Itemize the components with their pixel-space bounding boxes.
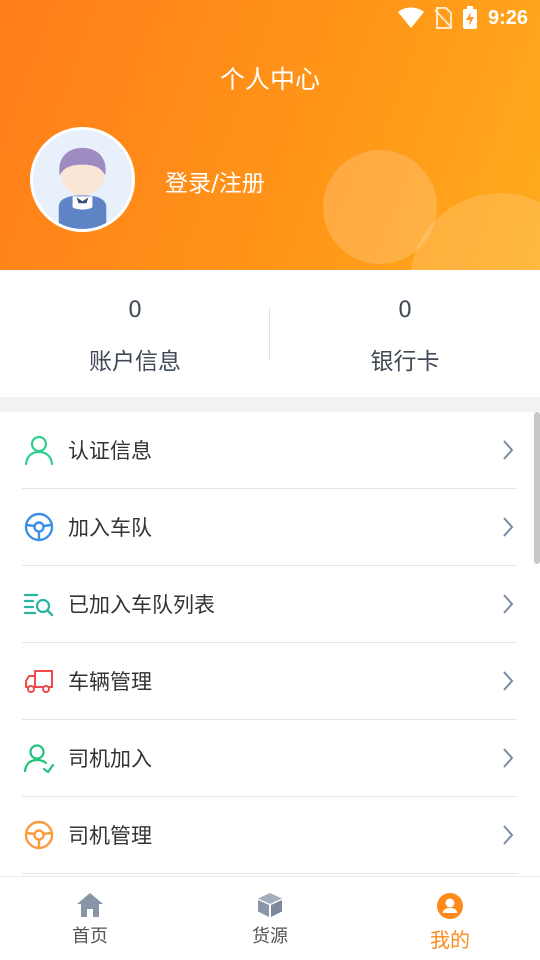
- menu-item-vehicle-management[interactable]: 车辆管理: [22, 643, 517, 720]
- stat-account-info[interactable]: 0 账户信息: [0, 270, 270, 397]
- person-add-icon: [22, 741, 56, 775]
- stat-label: 账户信息: [89, 349, 181, 375]
- stat-bank-card[interactable]: 0 银行卡: [270, 270, 540, 397]
- chevron-right-icon: [503, 671, 514, 691]
- steering-wheel-icon: [22, 510, 56, 544]
- steering-wheel-icon: [22, 818, 56, 852]
- tab-label: 首页: [72, 926, 108, 947]
- stat-divider: [269, 308, 270, 360]
- menu-item-label: 司机加入: [68, 747, 152, 771]
- chevron-right-icon: [503, 594, 514, 614]
- tab-label: 我的: [430, 928, 470, 952]
- status-time: 9:26: [487, 6, 528, 29]
- profile-header: 9:26 个人中心 登录/注册: [0, 0, 540, 270]
- account-stats: 0 账户信息 0 银行卡: [0, 270, 540, 397]
- menu-item-certification[interactable]: 认证信息: [22, 412, 517, 489]
- profile-icon: [437, 893, 463, 919]
- stat-value: 0: [398, 298, 412, 323]
- menu-item-driver-management[interactable]: 司机管理: [22, 797, 517, 874]
- menu-item-label: 车辆管理: [68, 670, 152, 694]
- box-icon: [258, 893, 282, 917]
- menu-item-label: 已加入车队列表: [68, 593, 215, 617]
- user-outline-icon: [22, 433, 56, 467]
- menu-item-driver-join[interactable]: 司机加入: [22, 720, 517, 797]
- menu-item-join-fleet[interactable]: 加入车队: [22, 489, 517, 566]
- truck-icon: [22, 664, 56, 698]
- page-title: 个人中心: [219, 65, 320, 94]
- status-bar: 9:26: [397, 4, 528, 32]
- menu-item-label: 加入车队: [68, 516, 152, 540]
- tab-label: 货源: [252, 926, 288, 947]
- chevron-right-icon: [503, 825, 514, 845]
- tab-supply[interactable]: 货源: [180, 877, 360, 960]
- list-search-icon: [22, 587, 56, 621]
- menu-item-label: 认证信息: [68, 439, 152, 463]
- scrollbar[interactable]: [534, 412, 540, 564]
- tab-home[interactable]: 首页: [0, 877, 180, 960]
- chevron-right-icon: [503, 748, 514, 768]
- stat-value: 0: [128, 298, 142, 323]
- menu-item-label: 司机管理: [68, 824, 152, 848]
- avatar[interactable]: [30, 127, 135, 232]
- wifi-icon: [397, 7, 424, 28]
- battery-charging-icon: [462, 6, 477, 29]
- menu-list: 认证信息 加入车队 已加入车队列表 车辆管理 司机加入 司机管理: [0, 412, 540, 878]
- chevron-right-icon: [503, 517, 514, 537]
- bottom-tab-bar: 首页 货源 我的: [0, 876, 540, 960]
- menu-item-joined-fleets[interactable]: 已加入车队列表: [22, 566, 517, 643]
- chevron-right-icon: [503, 440, 514, 460]
- home-icon: [77, 893, 103, 917]
- no-sim-icon: [434, 7, 452, 29]
- tab-mine[interactable]: 我的: [360, 877, 540, 960]
- stat-label: 银行卡: [370, 349, 440, 375]
- default-avatar-icon: [33, 130, 132, 229]
- login-register-link[interactable]: 登录/注册: [165, 164, 265, 198]
